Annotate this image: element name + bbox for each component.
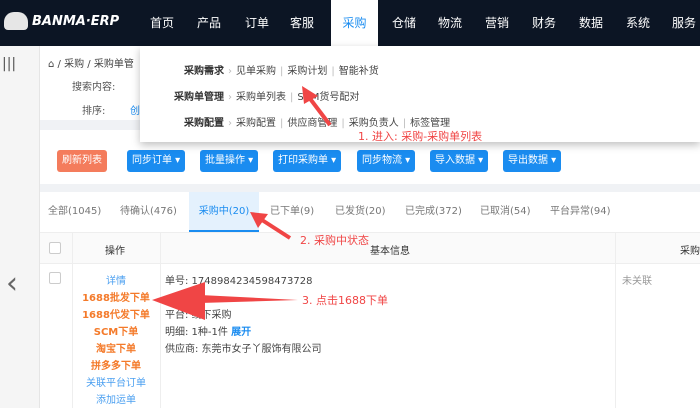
annotation-step-3: 3. 点击1688下单 bbox=[302, 294, 388, 307]
annotation-step-2: 2. 采购中状态 bbox=[300, 234, 369, 247]
arrow-2 bbox=[260, 218, 292, 240]
arrow-3-head bbox=[152, 282, 205, 320]
arrow-3-shaft bbox=[200, 295, 298, 303]
arrow-1 bbox=[306, 94, 332, 127]
annotation-step-1: 1. 进入: 采购-采购单列表 bbox=[358, 130, 483, 143]
annotation-arrows bbox=[152, 86, 332, 320]
